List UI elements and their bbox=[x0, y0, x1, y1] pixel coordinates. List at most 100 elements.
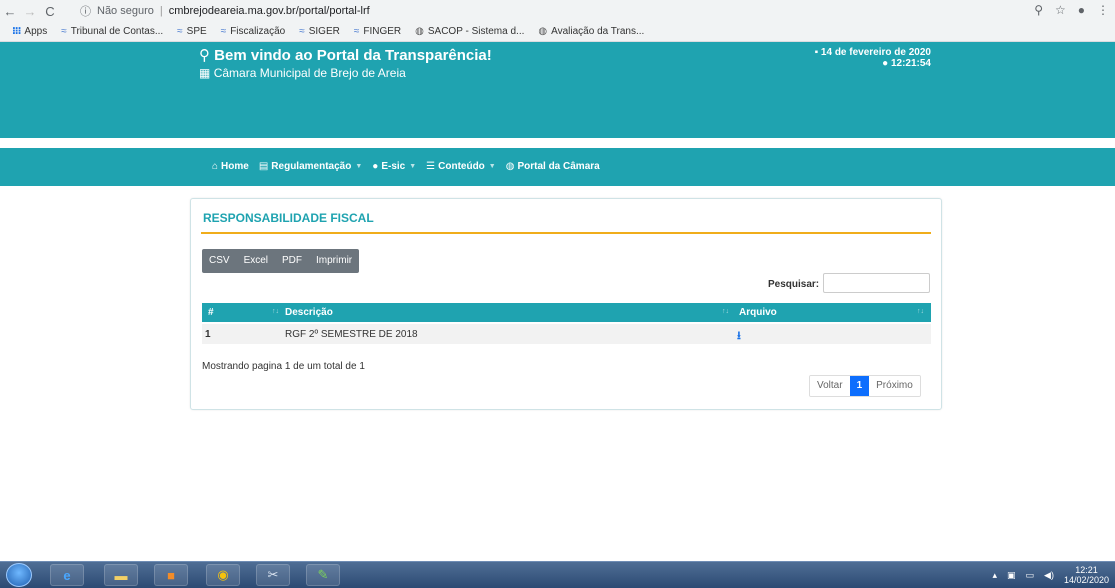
system-tray: ▴ ▣ ▭ ◀) 12:21 14/02/2020 bbox=[992, 565, 1109, 585]
globe-icon: ◍ bbox=[505, 161, 515, 172]
tcu-logo-icon: ≈ bbox=[299, 26, 305, 37]
column-header-descricao[interactable]: Descrição bbox=[285, 307, 333, 318]
download-icon[interactable]: ⭳ bbox=[737, 327, 741, 346]
bookmark-tribunal[interactable]: ≈ Tribunal de Contas... bbox=[61, 26, 163, 37]
search-input[interactable] bbox=[823, 273, 930, 293]
bookmark-siger[interactable]: ≈ SIGER bbox=[299, 26, 340, 37]
tcu-logo-icon: ≈ bbox=[177, 26, 183, 37]
building-icon: ▦ bbox=[199, 66, 211, 80]
current-time: 12:21:54 bbox=[890, 58, 931, 69]
outlook-icon[interactable]: ■ bbox=[154, 564, 188, 586]
site-subtitle-text: Câmara Municipal de Brejo de Areia bbox=[213, 66, 406, 80]
globe-icon: ◍ bbox=[538, 26, 548, 37]
menu-label: Portal da Câmara bbox=[517, 161, 600, 172]
column-header-arquivo[interactable]: Arquivo bbox=[739, 307, 777, 318]
main-menu: ⌂ Home ▤ Regulamentação ▼ ● E-sic ▼ ☰ Conteúdo… bbox=[212, 161, 600, 172]
clock-date: 14/02/2020 bbox=[1063, 575, 1109, 585]
home-icon: ⌂ bbox=[212, 161, 219, 172]
csv-button[interactable]: CSV bbox=[202, 249, 237, 273]
search-icon: ⚲ bbox=[199, 47, 210, 64]
back-arrow-icon[interactable]: ← bbox=[0, 4, 20, 19]
export-button-group: CSV Excel PDF Imprimir bbox=[202, 249, 360, 273]
reload-icon[interactable]: C bbox=[40, 4, 60, 19]
bookmark-finger[interactable]: ≈ FINGER bbox=[354, 26, 401, 37]
sort-icon[interactable]: ↑↓ bbox=[272, 308, 279, 315]
pager-page-1[interactable]: 1 bbox=[849, 376, 870, 396]
content-panel: RESPONSABILIDADE FISCAL CSV Excel PDF Im… bbox=[190, 198, 942, 410]
address-separator: | bbox=[159, 5, 163, 17]
tcu-logo-icon: ≈ bbox=[220, 26, 227, 37]
current-date: 14 de fevereiro de 2020 bbox=[820, 47, 931, 58]
chevron-down-icon: ▼ bbox=[409, 163, 417, 170]
monitor-icon[interactable]: ▭ bbox=[1026, 570, 1035, 581]
info-icon: ● bbox=[372, 161, 379, 172]
menu-item-portal-camara[interactable]: ◍ Portal da Câmara bbox=[506, 161, 600, 172]
tcu-logo-icon: ≈ bbox=[353, 26, 360, 37]
menu-item-home[interactable]: ⌂ Home bbox=[212, 161, 249, 172]
network-icon[interactable]: ▣ bbox=[1007, 570, 1016, 581]
bookmark-label: SPE bbox=[186, 26, 207, 37]
pdf-button[interactable]: PDF bbox=[275, 249, 309, 273]
clock-time: 12:21 bbox=[1075, 565, 1098, 575]
forward-arrow-icon[interactable]: → bbox=[20, 4, 40, 19]
column-header-number[interactable]: # bbox=[208, 307, 214, 318]
bookmark-fiscalizacao[interactable]: ≈ Fiscalização bbox=[221, 26, 286, 37]
document-icon: ▤ bbox=[258, 161, 269, 172]
print-button[interactable]: Imprimir bbox=[309, 249, 359, 273]
calendar-icon: ▪ bbox=[814, 47, 819, 58]
bookmark-label: Fiscalização bbox=[230, 26, 286, 37]
folder-icon[interactable]: ▬ bbox=[104, 564, 138, 586]
menu-item-conteudo[interactable]: ☰ Conteúdo ▼ bbox=[426, 161, 496, 172]
security-label: Não seguro bbox=[97, 5, 154, 17]
menu-item-esic[interactable]: ● E-sic ▼ bbox=[372, 161, 416, 172]
url-text[interactable]: cmbrejodeareia.ma.gov.br/portal/portal-l… bbox=[169, 5, 370, 17]
ie-icon[interactable]: e bbox=[50, 564, 84, 586]
site-subtitle: ▦ Câmara Municipal de Brejo de Areia bbox=[199, 66, 406, 80]
globe-icon: ◍ bbox=[415, 26, 424, 37]
tcu-logo-icon: ≈ bbox=[61, 26, 67, 37]
bookmark-star-icon[interactable]: ☆ bbox=[1055, 3, 1066, 17]
clock-icon: ● bbox=[882, 58, 889, 69]
sort-icon[interactable]: ↑↓ bbox=[722, 308, 729, 315]
address-bar[interactable]: ⓘ Não seguro | cmbrejodeareia.ma.gov.br/… bbox=[80, 2, 1000, 20]
account-icon[interactable]: ● bbox=[1078, 3, 1085, 17]
pager-next-button[interactable]: Próximo bbox=[869, 376, 920, 396]
info-icon[interactable]: ⓘ bbox=[80, 3, 91, 19]
bookmark-label: Apps bbox=[24, 26, 48, 37]
menu-label: E-sic bbox=[381, 161, 406, 172]
menu-kebab-icon[interactable]: ⋮ bbox=[1097, 3, 1109, 17]
bookmark-label: FINGER bbox=[363, 26, 402, 37]
browser-right-icons: ⚲ ☆ ● ⋮ bbox=[1034, 3, 1109, 17]
menu-item-regulamentacao[interactable]: ▤ Regulamentação ▼ bbox=[259, 161, 362, 172]
bookmark-sacop[interactable]: ◍ SACOP - Sistema d... bbox=[415, 26, 524, 37]
site-title-text: Bem vindo ao Portal da Transparência! bbox=[214, 47, 492, 64]
taskbar-clock[interactable]: 12:21 14/02/2020 bbox=[1064, 565, 1109, 585]
pager-prev-button[interactable]: Voltar bbox=[810, 376, 850, 396]
tray-arrow-icon[interactable]: ▴ bbox=[992, 570, 997, 581]
sort-icon[interactable]: ↑↓ bbox=[917, 308, 924, 315]
table-header: # ↑↓ Descrição ↑↓ Arquivo ↑↓ bbox=[202, 303, 931, 322]
menu-label: Conteúdo bbox=[438, 161, 485, 172]
menu-label: Home bbox=[221, 161, 249, 172]
pagination: Voltar 1 Próximo bbox=[809, 375, 921, 397]
bookmark-apps[interactable]: ⁝⁝⁝ Apps bbox=[12, 26, 47, 37]
tool-icon[interactable]: ✂ bbox=[256, 564, 290, 586]
table-row: 1 RGF 2º SEMESTRE DE 2018 ⭳ bbox=[202, 324, 931, 344]
bookmarks-bar: ⁝⁝⁝ Apps ≈ Tribunal de Contas... ≈ SPE ≈ Fis… bbox=[0, 22, 1115, 42]
volume-icon[interactable]: ◀) bbox=[1044, 570, 1054, 581]
date-time: ▪ 14 de fevereiro de 2020 ● 12:21:54 bbox=[803, 47, 931, 69]
start-button[interactable] bbox=[6, 563, 32, 587]
bookmark-avaliacao[interactable]: ◍ Avaliação da Trans... bbox=[538, 26, 644, 37]
bookmark-spe[interactable]: ≈ SPE bbox=[177, 26, 207, 37]
excel-button[interactable]: Excel bbox=[237, 249, 275, 273]
list-icon: ☰ bbox=[426, 161, 436, 172]
bookmark-label: Tribunal de Contas... bbox=[70, 26, 164, 37]
bookmark-label: SIGER bbox=[308, 26, 340, 37]
image-viewer-icon[interactable]: ✎ bbox=[306, 564, 340, 586]
row-number: 1 bbox=[205, 329, 211, 340]
windows-taskbar: e ▬ ■ ◉ ✂ ✎ ▴ ▣ ▭ ◀) 12:21 14/02/2020 bbox=[0, 561, 1115, 588]
chrome-icon[interactable]: ◉ bbox=[206, 564, 240, 586]
pagination-info: Mostrando pagina 1 de um total de 1 bbox=[202, 361, 365, 372]
zoom-icon[interactable]: ⚲ bbox=[1034, 3, 1043, 17]
site-header bbox=[0, 42, 1115, 140]
